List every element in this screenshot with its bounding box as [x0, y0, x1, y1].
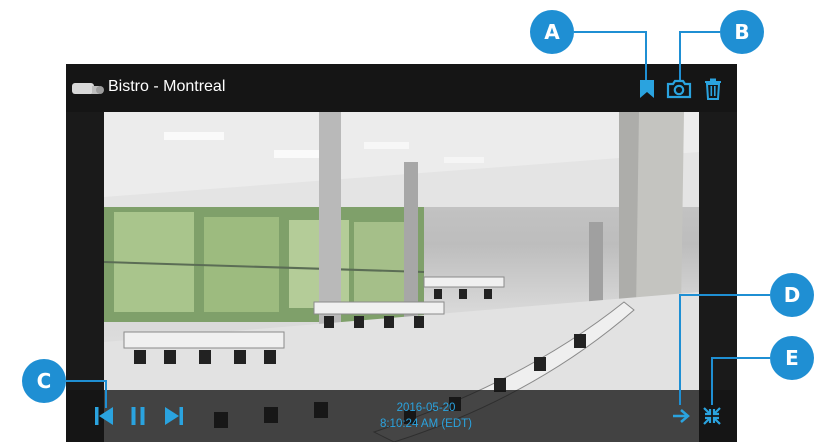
trash-icon: [705, 78, 721, 100]
pause-button[interactable]: [130, 406, 146, 426]
camera-snapshot-icon: [666, 79, 692, 99]
pause-icon: [131, 407, 145, 425]
delete-button[interactable]: [700, 76, 726, 102]
exit-fullscreen-button[interactable]: [702, 406, 722, 426]
playback-date: 2016-05-20: [396, 402, 456, 414]
bookmark-button[interactable]: [634, 76, 660, 102]
callout-b: B: [720, 10, 764, 54]
callout-d: D: [770, 273, 814, 317]
security-camera-icon: [72, 83, 104, 94]
skip-next-icon: [165, 407, 183, 425]
title-bar: Bistro - Montreal: [66, 64, 737, 112]
callout-a: A: [530, 10, 574, 54]
snapshot-button[interactable]: [666, 76, 692, 102]
camera-title: Bistro - Montreal: [108, 78, 226, 95]
collapse-fullscreen-icon: [703, 407, 721, 425]
arrow-right-icon: [673, 409, 690, 423]
bookmark-icon: [640, 80, 654, 98]
callout-e: E: [770, 336, 814, 380]
skip-next-button[interactable]: [164, 406, 184, 426]
go-live-button[interactable]: [672, 408, 690, 424]
callout-c: C: [22, 359, 66, 403]
skip-previous-button[interactable]: [94, 406, 114, 426]
timestamp: 2016-05-20 8:10:24 AM (EDT): [366, 400, 486, 432]
playback-controls-bar: 2016-05-20 8:10:24 AM (EDT): [66, 390, 737, 442]
playback-time: 8:10:24 AM (EDT): [379, 418, 473, 430]
skip-previous-icon: [95, 407, 113, 425]
video-player: Bistro - Montreal 2016-05-20 8:10:24 AM …: [66, 64, 737, 442]
